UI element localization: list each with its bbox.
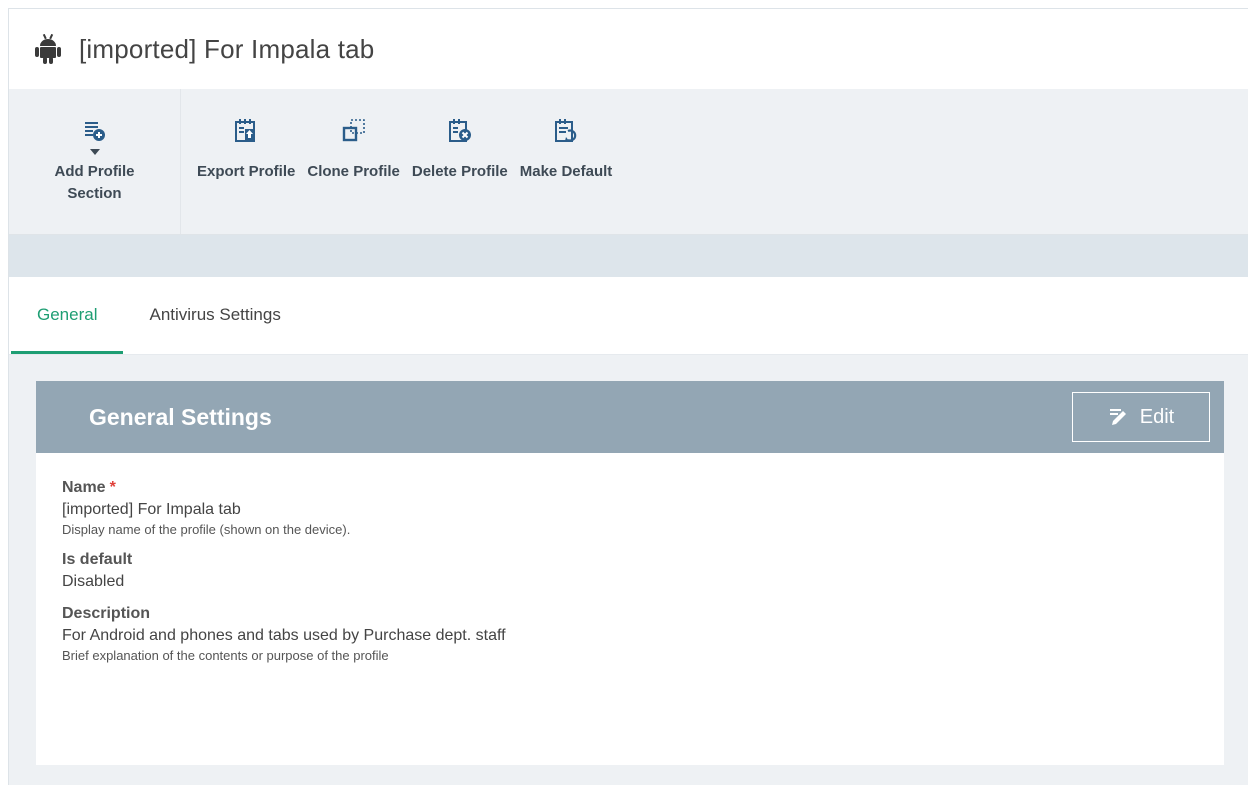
description-value: For Android and phones and tabs used by … — [62, 627, 506, 644]
is-default-value: Disabled — [62, 573, 125, 590]
name-hint: Display name of the profile (shown on th… — [62, 522, 351, 537]
export-icon — [234, 109, 258, 143]
add-profile-section-label: Add Profile Section — [54, 163, 135, 202]
panel-header: General Settings Edit — [36, 381, 1224, 453]
content-area: General Settings Edit Name * [imported] F… — [9, 355, 1248, 785]
make-default-icon — [554, 109, 578, 143]
required-mark: * — [109, 479, 116, 496]
toolbar: Add Profile Section Export Profile Clone… — [9, 89, 1248, 235]
export-profile-label: Export Profile — [197, 163, 296, 180]
tab-bar: General Antivirus Settings — [9, 277, 1248, 355]
clone-profile-button[interactable]: Clone Profile — [301, 89, 406, 234]
edit-button[interactable]: Edit — [1072, 392, 1210, 442]
profile-page: [imported] For Impala tab Add Profile Se… — [8, 8, 1248, 785]
make-default-label: Make Default — [519, 163, 613, 180]
description-hint: Brief explanation of the contents or pur… — [62, 648, 389, 663]
delete-profile-label: Delete Profile — [411, 163, 508, 180]
name-field: Name * [imported] For Impala tab Display … — [62, 479, 1198, 537]
title-bar: [imported] For Impala tab — [9, 9, 1248, 89]
description-field: Description For Android and phones and t… — [62, 605, 1198, 663]
make-default-button[interactable]: Make Default — [514, 89, 619, 234]
tab-antivirus-settings[interactable]: Antivirus Settings — [123, 276, 306, 354]
export-profile-button[interactable]: Export Profile — [191, 89, 301, 234]
description-label: Description — [62, 605, 151, 622]
android-icon — [35, 34, 61, 64]
tab-general[interactable]: General — [11, 276, 124, 354]
panel-body: Name * [imported] For Impala tab Display … — [36, 453, 1224, 765]
name-label: Name * — [62, 479, 116, 496]
is-default-field: Is default Disabled — [62, 551, 1198, 591]
page-title: [imported] For Impala tab — [79, 33, 375, 64]
add-section-icon — [83, 109, 107, 143]
panel-title: General Settings — [89, 403, 272, 430]
chevron-down-icon — [89, 149, 100, 155]
add-profile-section-button[interactable]: Add Profile Section — [9, 89, 181, 234]
toolbar-divider-band — [9, 235, 1248, 277]
delete-icon — [448, 109, 472, 143]
pencil-icon — [1109, 409, 1126, 425]
clone-profile-label: Clone Profile — [307, 163, 400, 180]
name-value: [imported] For Impala tab — [62, 501, 241, 518]
general-settings-panel: General Settings Edit Name * [imported] F… — [36, 381, 1224, 765]
edit-label: Edit — [1139, 405, 1175, 428]
delete-profile-button[interactable]: Delete Profile — [406, 89, 514, 234]
is-default-label: Is default — [62, 551, 133, 568]
clone-icon — [342, 109, 366, 143]
toolbar-actions: Export Profile Clone Profile Delete Prof… — [181, 89, 618, 234]
